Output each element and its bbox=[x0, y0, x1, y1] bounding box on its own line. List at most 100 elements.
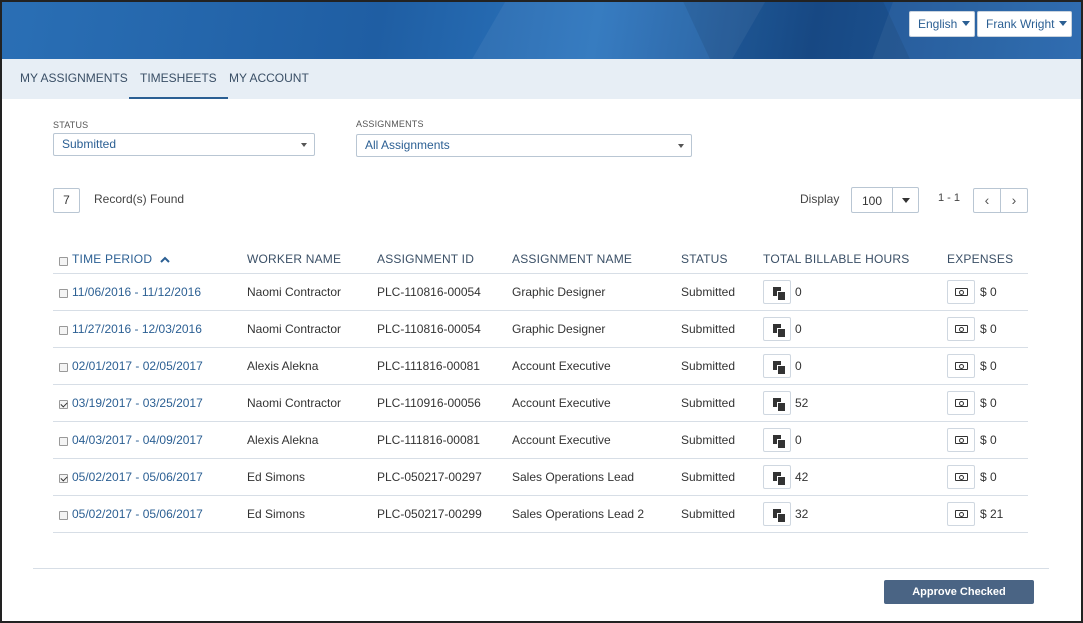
row-divider bbox=[53, 532, 1028, 533]
time-period-link[interactable]: 11/27/2016 - 12/03/2016 bbox=[72, 322, 202, 336]
assignments-select-value: All Assignments bbox=[365, 138, 450, 152]
row-divider bbox=[53, 347, 1028, 348]
hours-detail-button[interactable] bbox=[763, 502, 791, 526]
copy-icon bbox=[773, 398, 786, 412]
tab-my-account[interactable]: MY ACCOUNT bbox=[229, 59, 309, 99]
sort-ascending-icon bbox=[160, 256, 170, 263]
assignment-name: Graphic Designer bbox=[512, 322, 606, 336]
language-label: English bbox=[918, 17, 958, 31]
assignment-id: PLC-111816-00081 bbox=[377, 359, 480, 373]
billable-hours: 0 bbox=[795, 433, 802, 447]
app-frame: English Frank Wright MY ASSIGNMENTS TIME… bbox=[0, 0, 1083, 623]
assignment-id-header: ASSIGNMENT ID bbox=[377, 252, 475, 266]
expenses-amount: $ 0 bbox=[980, 359, 997, 373]
user-menu-dropdown[interactable]: Frank Wright bbox=[977, 11, 1072, 37]
time-period-header-label: TIME PERIOD bbox=[72, 252, 153, 266]
money-icon bbox=[955, 325, 968, 333]
row-divider bbox=[53, 458, 1028, 459]
row-divider bbox=[53, 495, 1028, 496]
money-icon bbox=[955, 362, 968, 370]
row-checkbox[interactable] bbox=[59, 289, 68, 298]
assignment-name: Sales Operations Lead 2 bbox=[512, 507, 645, 521]
expenses-detail-button[interactable] bbox=[947, 428, 975, 452]
table-header-divider bbox=[53, 273, 1028, 274]
worker-name: Naomi Contractor bbox=[247, 285, 342, 299]
money-icon bbox=[955, 473, 968, 481]
row-divider bbox=[53, 384, 1028, 385]
status-header: STATUS bbox=[681, 252, 728, 266]
status-text: Submitted bbox=[681, 433, 736, 447]
expenses-detail-button[interactable] bbox=[947, 317, 975, 341]
page-size-select[interactable]: 100 bbox=[851, 187, 919, 213]
status-filter-label: STATUS bbox=[53, 120, 89, 130]
worker-name: Naomi Contractor bbox=[247, 396, 342, 410]
chevron-left-icon: ‹ bbox=[984, 192, 990, 208]
status-text: Submitted bbox=[681, 470, 736, 484]
hours-detail-button[interactable] bbox=[763, 317, 791, 341]
assignment-id: PLC-110816-00054 bbox=[377, 322, 481, 336]
billable-hours: 0 bbox=[795, 285, 802, 299]
status-select[interactable]: Submitted bbox=[53, 133, 315, 156]
row-divider bbox=[53, 310, 1028, 311]
row-checkbox[interactable] bbox=[59, 437, 68, 446]
row-checkbox[interactable] bbox=[59, 474, 68, 483]
worker-name: Ed Simons bbox=[247, 470, 306, 484]
hours-detail-button[interactable] bbox=[763, 280, 791, 304]
chevron-down-icon bbox=[902, 198, 910, 203]
expenses-detail-button[interactable] bbox=[947, 354, 975, 378]
approve-checked-timesheets-button[interactable]: Approve Checked Timesheets bbox=[884, 580, 1034, 621]
main-nav: MY ASSIGNMENTS TIMESHEETS MY ACCOUNT bbox=[2, 59, 1081, 99]
expenses-detail-button[interactable] bbox=[947, 280, 975, 304]
assignment-name: Account Executive bbox=[512, 433, 611, 447]
billable-hours: 42 bbox=[795, 470, 809, 484]
hours-detail-button[interactable] bbox=[763, 354, 791, 378]
row-divider bbox=[53, 421, 1028, 422]
expenses-amount: $ 0 bbox=[980, 433, 997, 447]
money-icon bbox=[955, 436, 968, 444]
time-period-link[interactable]: 11/06/2016 - 11/12/2016 bbox=[72, 285, 201, 299]
copy-icon bbox=[773, 435, 786, 449]
row-checkbox[interactable] bbox=[59, 326, 68, 335]
time-period-header[interactable]: TIME PERIOD bbox=[72, 252, 170, 266]
chevron-down-icon bbox=[678, 144, 684, 148]
select-all-checkbox[interactable] bbox=[59, 257, 68, 266]
billable-hours: 0 bbox=[795, 322, 802, 336]
row-checkbox[interactable] bbox=[59, 400, 68, 409]
assignments-select[interactable]: All Assignments bbox=[356, 134, 692, 157]
expenses-amount: $ 0 bbox=[980, 285, 997, 299]
billable-hours: 32 bbox=[795, 507, 809, 521]
next-page-button[interactable]: › bbox=[1000, 188, 1028, 213]
language-dropdown[interactable]: English bbox=[909, 11, 975, 37]
assignment-name: Account Executive bbox=[512, 396, 611, 410]
assignment-name: Sales Operations Lead bbox=[512, 470, 635, 484]
hours-detail-button[interactable] bbox=[763, 391, 791, 415]
copy-icon bbox=[773, 287, 786, 301]
chevron-down-icon bbox=[1059, 21, 1068, 27]
time-period-link[interactable]: 05/02/2017 - 05/06/2017 bbox=[72, 507, 203, 521]
row-checkbox[interactable] bbox=[59, 363, 68, 372]
expenses-detail-button[interactable] bbox=[947, 502, 975, 526]
status-text: Submitted bbox=[681, 396, 736, 410]
time-period-link[interactable]: 04/03/2017 - 04/09/2017 bbox=[72, 433, 203, 447]
billable-hours: 52 bbox=[795, 396, 809, 410]
money-icon bbox=[955, 510, 968, 518]
tab-timesheets[interactable]: TIMESHEETS bbox=[129, 59, 228, 99]
hours-detail-button[interactable] bbox=[763, 428, 791, 452]
assignment-id: PLC-111816-00081 bbox=[377, 433, 480, 447]
copy-icon bbox=[773, 361, 786, 375]
billable-hours: 0 bbox=[795, 359, 802, 373]
time-period-link[interactable]: 05/02/2017 - 05/06/2017 bbox=[72, 470, 203, 484]
worker-name: Alexis Alekna bbox=[247, 359, 319, 373]
assignment-id: PLC-050217-00299 bbox=[377, 507, 482, 521]
copy-icon bbox=[773, 324, 786, 338]
time-period-link[interactable]: 02/01/2017 - 02/05/2017 bbox=[72, 359, 203, 373]
money-icon bbox=[955, 399, 968, 407]
prev-page-button[interactable]: ‹ bbox=[973, 188, 1001, 213]
hours-detail-button[interactable] bbox=[763, 465, 791, 489]
tab-my-assignments[interactable]: MY ASSIGNMENTS bbox=[20, 59, 128, 99]
expenses-detail-button[interactable] bbox=[947, 391, 975, 415]
records-found-text: Record(s) Found bbox=[94, 192, 185, 206]
time-period-link[interactable]: 03/19/2017 - 03/25/2017 bbox=[72, 396, 203, 410]
expenses-detail-button[interactable] bbox=[947, 465, 975, 489]
row-checkbox[interactable] bbox=[59, 511, 68, 520]
